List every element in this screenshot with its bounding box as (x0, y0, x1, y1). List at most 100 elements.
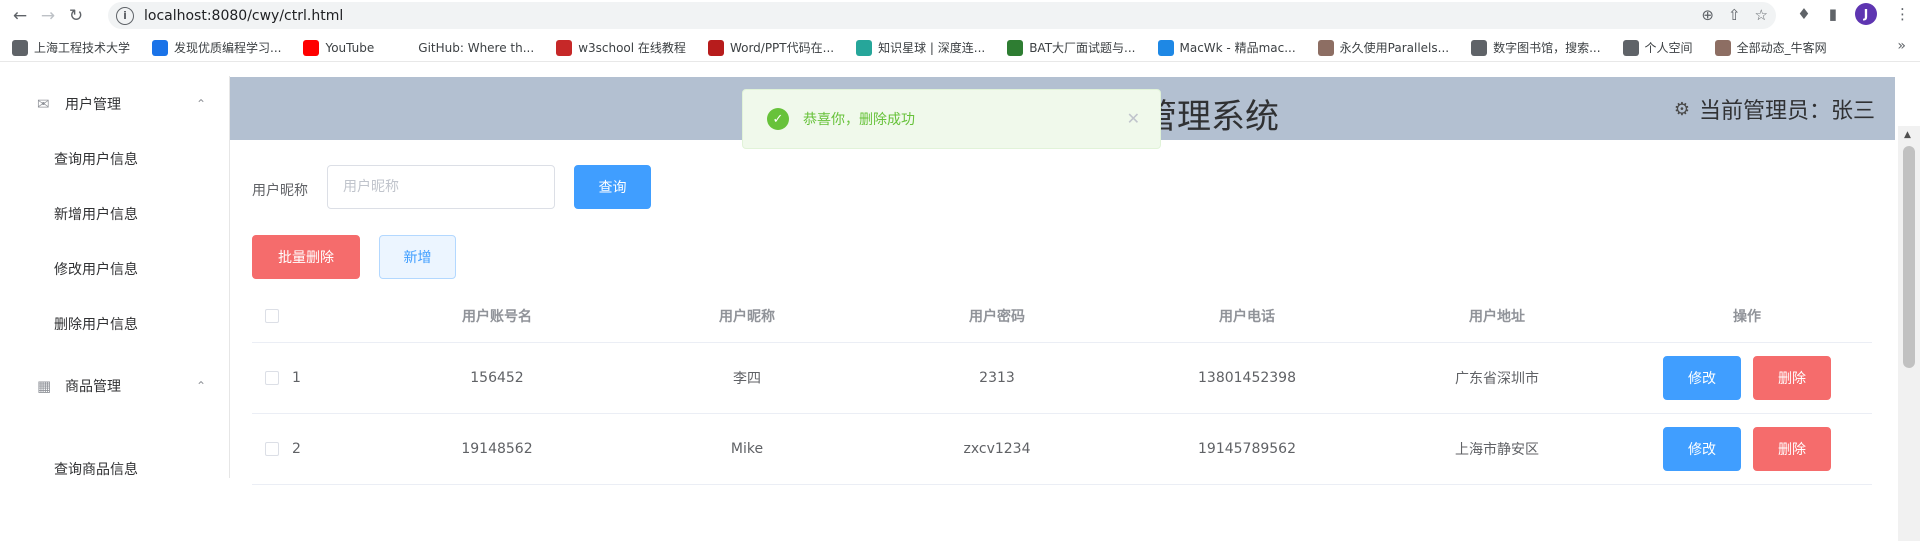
menu-item-edit-user[interactable]: 修改用户信息 (9, 244, 230, 294)
bookmark-favicon-icon (152, 39, 169, 56)
bookmark-item[interactable]: 知识星球 | 深度连... (856, 39, 985, 56)
bookmark-favicon-icon (1157, 39, 1174, 56)
query-button[interactable]: 查询 (574, 165, 651, 209)
column-password: 用户密码 (969, 308, 1025, 325)
bookmark-label: w3school 在线教程 (578, 41, 686, 55)
menu-item-query-user[interactable]: 查询用户信息 (9, 134, 230, 184)
bookmarks-overflow-icon[interactable]: » (1897, 38, 1906, 54)
app-page: ✉ 用户管理 ⌃ 查询用户信息 新增用户信息 修改用户信息 删除用户信息 ▦ 商… (0, 63, 1920, 541)
address-url[interactable]: localhost:8080/cwy/ctrl.html (144, 8, 343, 24)
menu-item-add-user[interactable]: 新增用户信息 (9, 189, 230, 239)
extensions-puzzle-icon[interactable]: ♦ (1797, 5, 1810, 23)
bookmark-label: Word/PPT代码在... (729, 41, 835, 55)
column-actions: 操作 (1733, 308, 1761, 325)
bookmark-favicon-icon (396, 39, 413, 56)
site-info-icon[interactable]: i (116, 6, 134, 25)
menu-dots-icon[interactable]: ⋮ (1895, 5, 1910, 23)
envelope-icon: ✉ (37, 95, 50, 113)
bookmark-label: MacWk - 精品mac... (1179, 41, 1296, 55)
row-select-cell (252, 414, 292, 484)
row-select-cell (252, 343, 292, 413)
back-arrow-icon[interactable]: ← (6, 2, 34, 30)
delete-button[interactable]: 删除 (1753, 356, 1831, 400)
menu-item-query-goods[interactable]: 查询商品信息 (9, 444, 230, 494)
menu-group-goods-label: 商品管理 (65, 379, 121, 395)
menu-group-user[interactable]: ✉ 用户管理 ⌃ (9, 76, 230, 132)
bookmark-label: BAT大厂面试题与... (1029, 41, 1136, 55)
nickname-search-input[interactable] (327, 165, 555, 209)
column-account: 用户账号名 (462, 308, 532, 325)
check-circle-icon: ✓ (767, 108, 789, 130)
chevron-up-icon: ⌃ (195, 379, 206, 393)
bookmark-favicon-icon (303, 39, 320, 56)
bookmark-item[interactable]: Word/PPT代码在... (707, 39, 835, 56)
bookmark-item[interactable]: 永久使用Parallels... (1317, 39, 1450, 56)
bookmark-item[interactable]: 个人空间 (1622, 39, 1693, 56)
edit-button[interactable]: 修改 (1663, 356, 1741, 400)
add-button[interactable]: 新增 (379, 235, 456, 279)
bookmark-item[interactable]: 全部动态_牛客网 (1714, 39, 1827, 56)
bookmark-item[interactable]: YouTube (303, 39, 375, 56)
search-label: 用户昵称 (252, 183, 308, 199)
current-admin: 当前管理员：张三 (1698, 99, 1875, 124)
edit-button[interactable]: 修改 (1663, 427, 1741, 471)
cell-nickname: Mike (730, 441, 764, 457)
browser-toolbar: ← → ↻ i localhost:8080/cwy/ctrl.html ⊕ ⇧… (0, 0, 1920, 31)
bookmarks-bar: 上海工程技术大学 发现优质编程学习... YouTube GitHub: Where … (0, 34, 1920, 62)
cell-nickname: 李四 (733, 371, 761, 387)
bookmark-item[interactable]: 数字图书馆，搜索... (1471, 39, 1601, 56)
row-checkbox[interactable] (265, 442, 279, 456)
menu-group-goods[interactable]: ▦ 商品管理 ⌃ (9, 358, 230, 414)
table-row: 1 156452 李四 2313 13801452398 广东省深圳市 修改 删除 (252, 343, 1872, 414)
bookmark-item[interactable]: w3school 在线教程 (556, 39, 686, 56)
reload-icon[interactable]: ↻ (62, 2, 90, 30)
column-phone: 用户电话 (1219, 308, 1275, 325)
zoom-icon[interactable]: ⊕ (1701, 6, 1714, 24)
scroll-thumb[interactable] (1903, 146, 1915, 368)
bookmark-item[interactable]: 发现优质编程学习... (152, 39, 281, 56)
share-icon[interactable]: ⇧ (1728, 6, 1741, 24)
bookmark-item[interactable]: BAT大厂面试题与... (1007, 39, 1136, 56)
bookmark-favicon-icon (1317, 39, 1334, 56)
gear-icon[interactable]: ⚙ (1674, 99, 1690, 120)
profile-avatar[interactable]: J (1855, 3, 1877, 25)
table-row: 2 19148562 Mike zxcv1234 19145789562 上海市静安区 修改… (252, 414, 1872, 485)
bookmark-label: 永久使用Parallels... (1339, 41, 1450, 55)
bookmark-favicon-icon (12, 39, 28, 56)
bookmark-item[interactable]: 上海工程技术大学 (12, 39, 130, 56)
cell-actions: 修改 删除 (1647, 414, 1847, 484)
cell-index: 1 (292, 370, 301, 386)
cell-address: 广东省深圳市 (1455, 371, 1539, 387)
cell-password: zxcv1234 (963, 441, 1031, 457)
cell-password: 2313 (979, 370, 1015, 386)
bookmark-label: 知识星球 | 深度连... (878, 41, 986, 55)
bookmark-label: YouTube (325, 40, 375, 55)
cell-account: 156452 (470, 370, 524, 386)
delete-button[interactable]: 删除 (1753, 427, 1831, 471)
cell-phone: 13801452398 (1198, 370, 1296, 386)
select-all-checkbox[interactable] (265, 308, 279, 323)
forward-arrow-icon[interactable]: → (34, 2, 62, 30)
chevron-up-icon: ⌃ (195, 97, 206, 111)
menu-item-delete-user[interactable]: 删除用户信息 (9, 299, 230, 349)
close-icon[interactable]: ✕ (1127, 109, 1140, 128)
vertical-scrollbar[interactable]: ▲ (1898, 126, 1920, 541)
bookmark-label: GitHub: Where th... (418, 40, 535, 55)
cell-address: 上海市静安区 (1455, 442, 1539, 458)
bookmark-favicon-icon (856, 39, 873, 56)
bookmark-star-icon[interactable]: ☆ (1755, 6, 1768, 24)
bookmark-label: 上海工程技术大学 (34, 41, 131, 55)
table-header: 用户账号名 用户昵称 用户密码 用户电话 用户地址 操作 (252, 289, 1872, 343)
bookmark-item[interactable]: MacWk - 精品mac... (1157, 39, 1296, 56)
row-checkbox[interactable] (265, 371, 279, 385)
bookmark-label: 数字图书馆，搜索... (1493, 41, 1601, 55)
batch-delete-button[interactable]: 批量删除 (252, 235, 360, 279)
bookmark-label: 个人空间 (1644, 41, 1693, 55)
address-bar[interactable]: i localhost:8080/cwy/ctrl.html ⊕ ⇧ ☆ (108, 2, 1776, 29)
bookmark-favicon-icon (1471, 39, 1488, 56)
toast-message: 恭喜你，删除成功 (803, 112, 915, 128)
side-panel-icon[interactable]: ▮ (1829, 5, 1837, 23)
scroll-up-arrow-icon[interactable]: ▲ (1904, 130, 1911, 140)
bookmark-item[interactable]: GitHub: Where th... (396, 39, 535, 56)
user-table: 用户账号名 用户昵称 用户密码 用户电话 用户地址 操作 1 156452 李四 23… (252, 289, 1872, 485)
